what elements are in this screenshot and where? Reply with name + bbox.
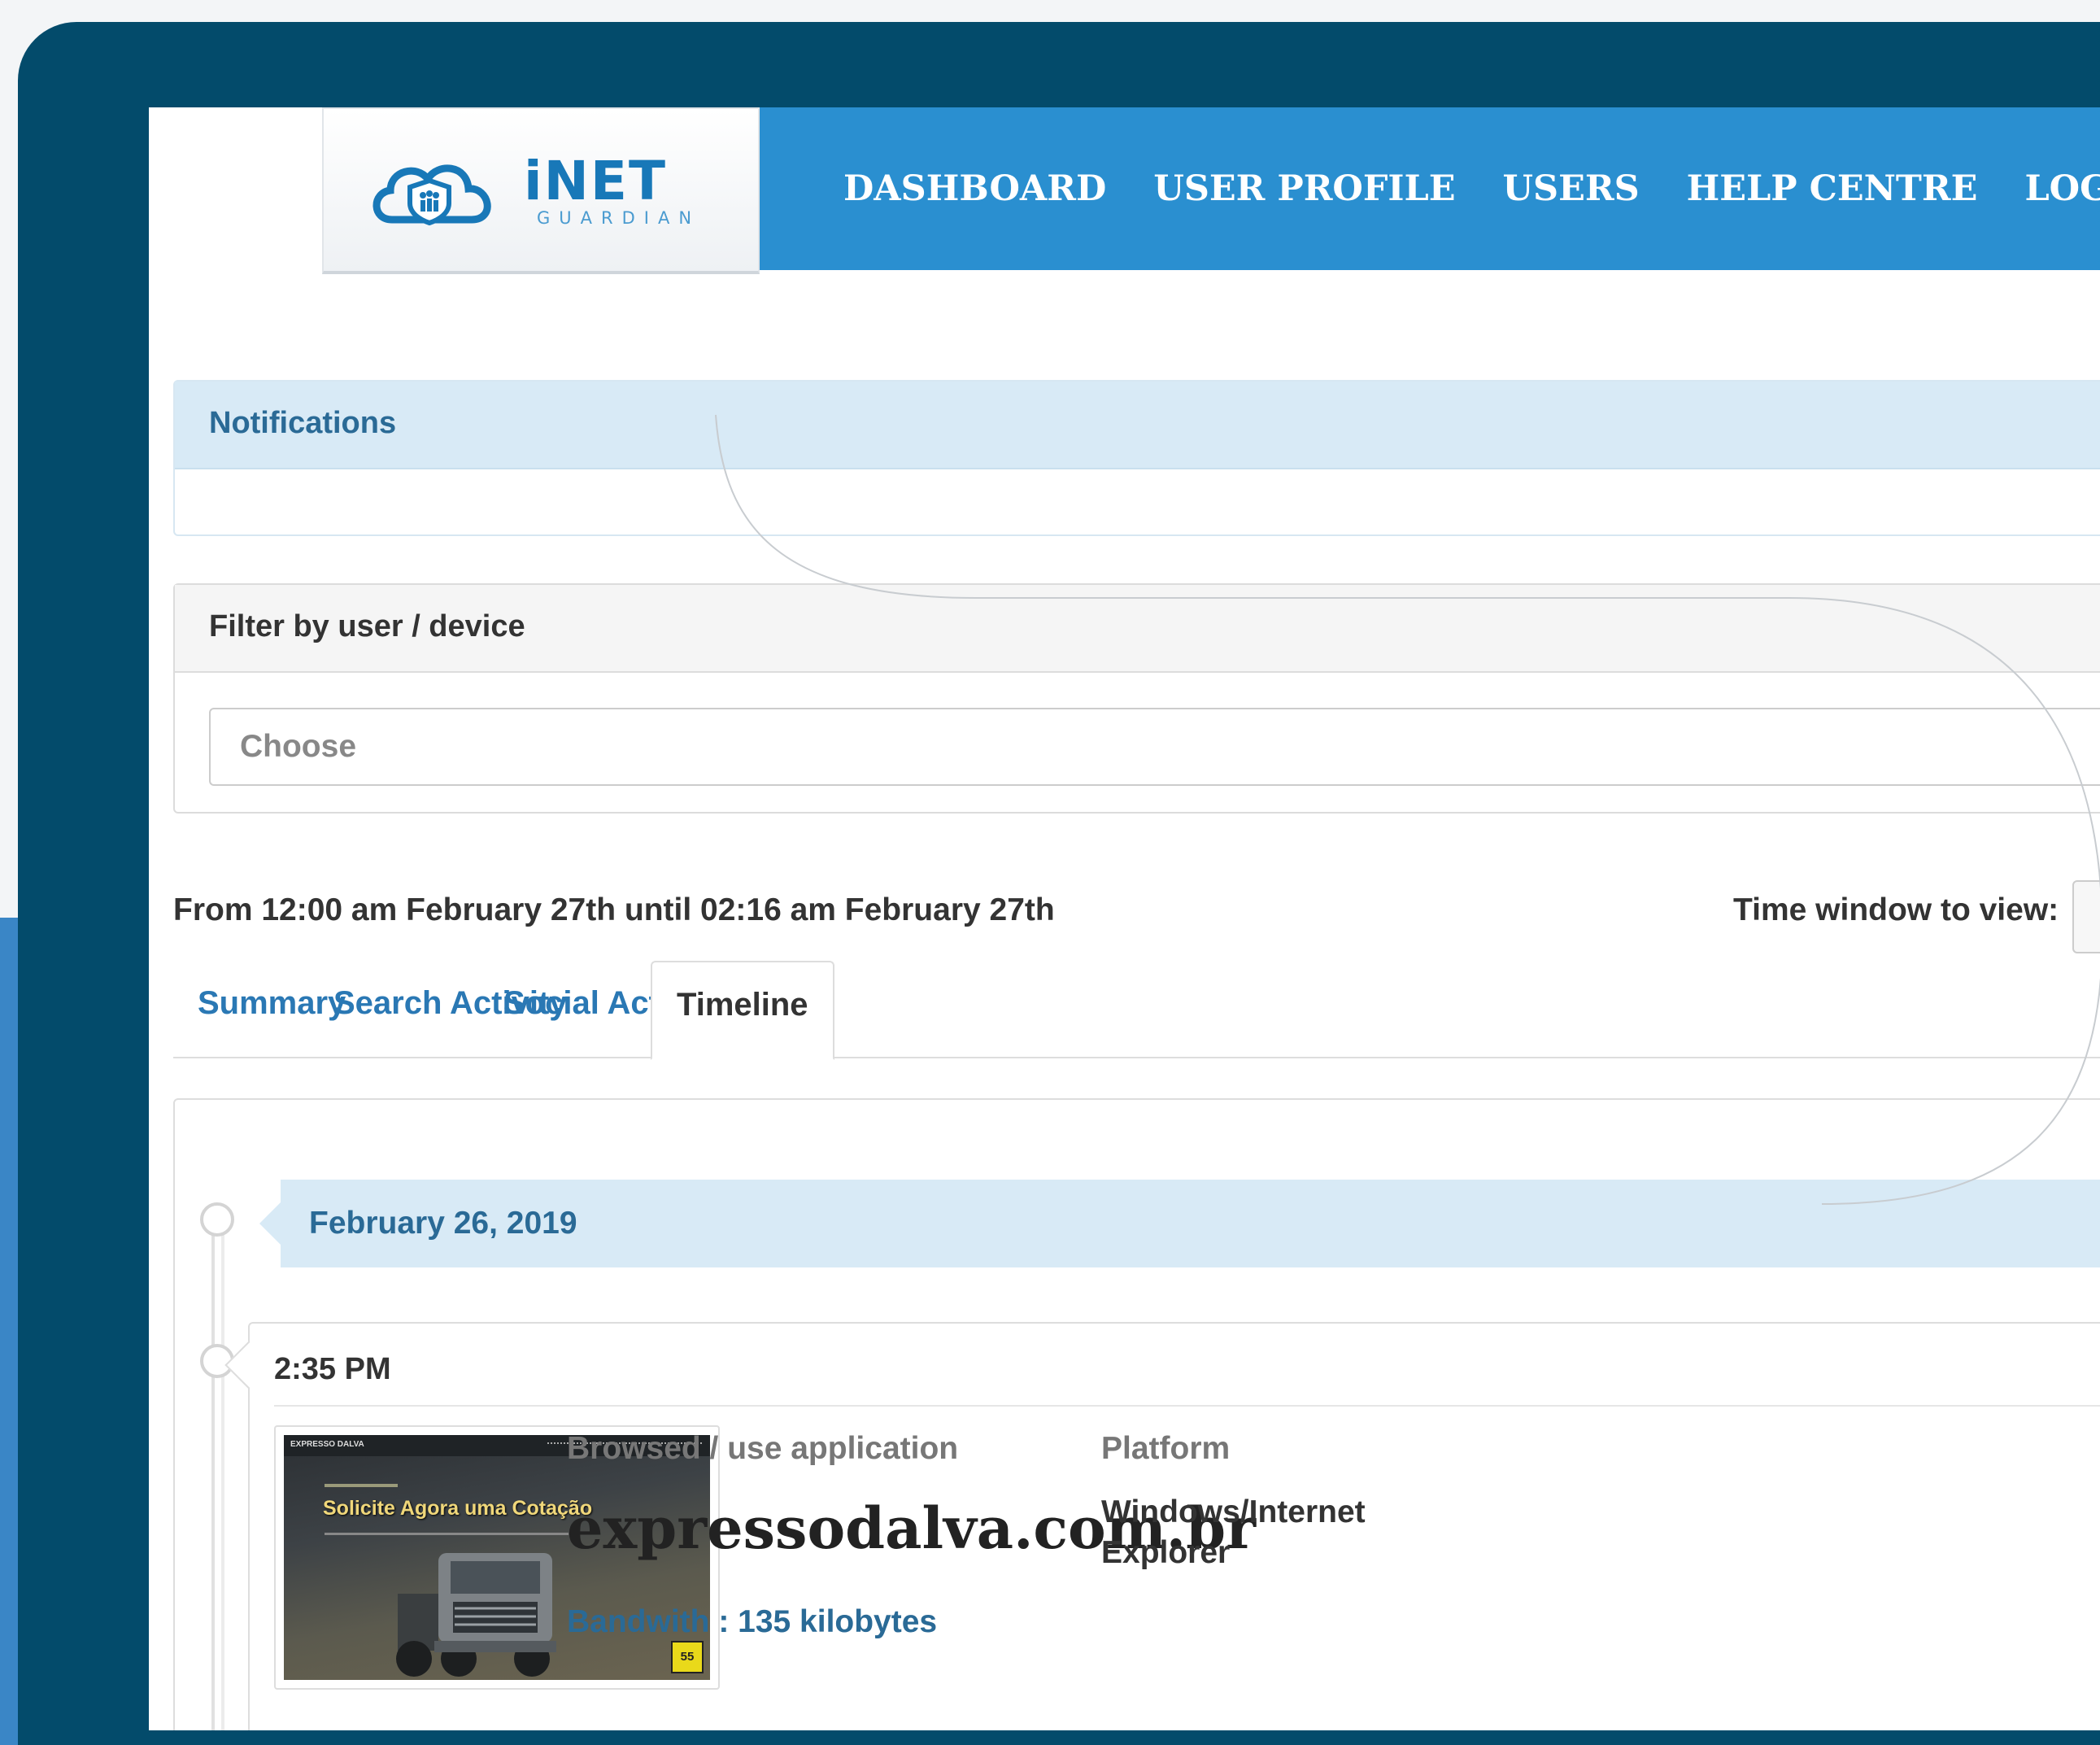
nav-logout[interactable]: LOGOUT (2024, 168, 2100, 209)
activity-tabs: Summary Search Activity Social Activity … (173, 961, 2100, 1060)
timeline-rail (211, 1230, 215, 1730)
date-range-text: From 12:00 am February 27th until 02:16 … (173, 892, 1055, 927)
entry-divider (274, 1405, 2100, 1407)
filter-title: Filter by user / device (209, 609, 525, 643)
main-nav: DASHBOARD USER PROFILE USERS HELP CENTRE… (760, 107, 2100, 270)
platform-value: Windows/Internet Explorer (1101, 1494, 1366, 1570)
timeline-rail-inner (221, 1230, 224, 1730)
tab-timeline[interactable]: Timeline (651, 961, 834, 1060)
thumbnail-brand: EXPRESSO DALVA (290, 1440, 364, 1449)
logo-tagline: GUARDIAN (537, 208, 701, 228)
timeline-date-header: February 26, 2019 (259, 1180, 2100, 1267)
time-window-select[interactable] (2072, 880, 2100, 953)
platform-label: Platform (1101, 1431, 1231, 1466)
thumbnail-badge-icon: 55 (671, 1641, 704, 1673)
app-screen: iNET GUARDIAN DASHBOARD USER PROFILE USE… (149, 107, 2100, 1730)
nav-users[interactable]: USERS (1503, 168, 1640, 209)
logo-text: iNET (524, 150, 667, 212)
bandwidth-value: Bandwith : 135 kilobytes (567, 1604, 938, 1639)
thumbnail-headline: Solicite Agora uma Cotação (323, 1497, 593, 1520)
thumbnail-kicker (325, 1484, 398, 1487)
activity-type-label: Browsed / use application (567, 1431, 959, 1466)
notifications-header (175, 382, 2100, 469)
nav-user-profile[interactable]: USER PROFILE (1153, 168, 1455, 209)
filter-panel: Filter by user / device Choose (173, 583, 2100, 814)
time-window-label: Time window to view: (1733, 892, 2059, 927)
timeline-entry: 2:35 PM EXPRESSO DALVA Solicite Agora um… (248, 1322, 2100, 1730)
notifications-panel: Notifications (173, 380, 2100, 536)
nav-dashboard[interactable]: DASHBOARD (843, 168, 1106, 209)
notifications-title: Notifications (209, 406, 397, 440)
cloud-shield-icon (373, 164, 491, 226)
timeline-date-marker (200, 1202, 234, 1237)
frame-bottom-edge (149, 1730, 2100, 1745)
timeline-date: February 26, 2019 (309, 1206, 577, 1241)
logo[interactable]: iNET GUARDIAN (322, 107, 760, 274)
tab-summary[interactable]: Summary (198, 985, 346, 1022)
nav-help-centre[interactable]: HELP CENTRE (1687, 168, 1978, 209)
entry-time: 2:35 PM (274, 1352, 391, 1386)
thumbnail-subline (325, 1533, 569, 1535)
user-device-select[interactable]: Choose (209, 708, 2100, 786)
